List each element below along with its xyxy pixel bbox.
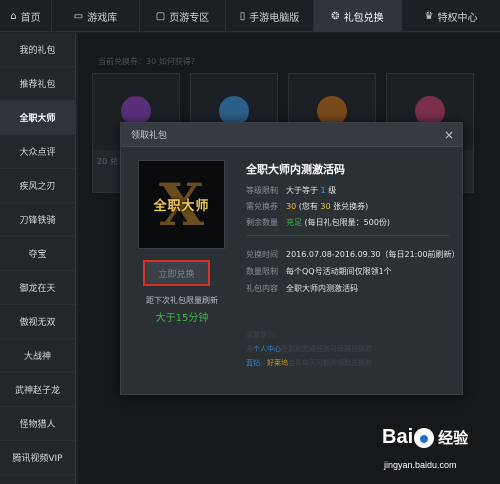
row-label: 数量限制: [246, 267, 278, 276]
gift-title: 全职大师内测激活码: [246, 163, 345, 176]
level-limit-row: 等级限制 大于等于 1 级: [246, 185, 336, 196]
sidebar-item-quanzhi-dashi[interactable]: 全职大师: [0, 101, 75, 135]
nav-tab-game-library[interactable]: ▭ 游戏库: [52, 0, 140, 32]
tips-title: 温馨提示：: [246, 331, 281, 339]
sidebar-item-jifeng-zhiren[interactable]: 疾风之刃: [0, 169, 75, 203]
sidebar-item-yulong-zaitian[interactable]: 御龙在天: [0, 271, 75, 305]
row-value: 充足 (每日礼包限量：500份): [286, 217, 390, 228]
sidebar-item-monster-hunter[interactable]: 怪物猎人: [0, 407, 75, 441]
sidebar: 我的礼包 推荐礼包 全职大师 大众点评 疾风之刃 刀锋铁骑 夺宝 御龙在天 傲视…: [0, 33, 76, 484]
sidebar-item-dazhanshen[interactable]: 大战神: [0, 339, 75, 373]
blue-diamond-link[interactable]: 蓝钻: [246, 359, 260, 367]
level-suffix: 级: [328, 186, 337, 195]
row-label: 等级限制: [246, 186, 278, 195]
tips-text: 去: [246, 345, 253, 353]
divider: [246, 235, 449, 236]
nav-tab-label: 特权中心: [437, 12, 478, 24]
home-icon: ⌂: [10, 10, 17, 22]
cost-owned-suffix: 张兑换券): [333, 202, 369, 211]
sidebar-item-wushen-zhaozilong[interactable]: 武神赵子龙: [0, 373, 75, 407]
claim-now-button[interactable]: 立即兑换: [143, 260, 210, 286]
paw-icon: [414, 427, 435, 448]
level-number: 1: [320, 186, 326, 195]
nav-tab-label: 游戏库: [87, 12, 118, 24]
row-value: 每个QQ号活动期间仅限领1个: [286, 267, 392, 276]
nav-tab-gift-exchange[interactable]: ❂ 礼包兑换: [314, 0, 402, 32]
tips-text: 会员每天可额外领取兑换券: [288, 359, 372, 367]
row-value: 全职大师内测激活码: [286, 284, 358, 293]
row-value: 大于等于 1 级: [286, 185, 336, 196]
browser-icon: ▢: [155, 10, 166, 22]
logo-text: 全职大师: [153, 199, 210, 214]
nav-tab-label: 首页: [20, 12, 41, 24]
tips-text: 签到和完成任务可获得兑换券: [281, 345, 372, 353]
game-logo: X 全职大师: [138, 160, 225, 249]
baidu-jingyan-watermark: Bai 经验 jingyan.baidu.com: [380, 424, 498, 482]
nav-tab-label: 礼包兑换: [343, 12, 384, 24]
claim-gift-dialog: 领取礼包 × X 全职大师 立即兑换 距下次礼包限量刷新 大于15分钟 全职大师…: [120, 122, 463, 395]
cost-owned-prefix: (您有: [298, 202, 318, 211]
refresh-note: 距下次礼包限量刷新: [146, 296, 218, 305]
stock-status: 充足: [286, 218, 302, 227]
nav-tab-web-games[interactable]: ▢ 页游专区: [140, 0, 226, 32]
sidebar-item-daofeng-tieqi[interactable]: 刀锋铁骑: [0, 203, 75, 237]
tips-line: 去个人中心签到和完成任务可获得兑换券: [246, 342, 372, 356]
nav-tab-label: 手游电脑版: [249, 12, 300, 24]
cost-number: 30: [286, 202, 297, 211]
row-label: 需兑换券: [246, 202, 278, 211]
row-label: 剩余数量: [246, 218, 278, 227]
owned-number: 30: [320, 202, 331, 211]
stock-limit: (每日礼包限量：500份): [304, 218, 391, 227]
gift-card-label: 20 兑: [97, 157, 118, 166]
nav-tab-home[interactable]: ⌂ 首页: [0, 0, 52, 32]
sidebar-item-dazhong-dianping[interactable]: 大众点评: [0, 135, 75, 169]
nav-tab-privilege-center[interactable]: ♛ 特权中心: [402, 0, 500, 32]
sidebar-item-my-gifts[interactable]: 我的礼包: [0, 33, 75, 67]
top-navigation: ⌂ 首页 ▭ 游戏库 ▢ 页游专区 ▯ 手游电脑版 ❂ 礼包兑换 ♛ 特权中心: [0, 0, 500, 32]
gift-icon: ❂: [331, 10, 340, 22]
sidebar-item-aoshi-wushuang[interactable]: 傲视无双: [0, 305, 75, 339]
sidebar-item-tencent-video-vip[interactable]: 腾讯视频VIP: [0, 441, 75, 475]
refresh-countdown: 大于15分钟: [155, 313, 209, 324]
watermark-url: jingyan.baidu.com: [384, 460, 457, 470]
voucher-info: 当前兑换券：30 如何获得？: [98, 57, 199, 66]
cost-row: 需兑换券 30 (您有 30 张兑换券): [246, 201, 368, 212]
tips: 温馨提示： 去个人中心签到和完成任务可获得兑换券 蓝钻、好莱坞会员每天可额外领取…: [246, 328, 372, 370]
quantity-limit-row: 数量限制 每个QQ号活动期间仅限领1个: [246, 266, 392, 277]
logo-text: 经验: [438, 430, 469, 447]
phone-icon: ▯: [239, 10, 246, 22]
sidebar-item-duobao[interactable]: 夺宝: [0, 237, 75, 271]
baidu-logo: Bai 经验: [382, 426, 468, 449]
level-prefix: 大于等于: [286, 186, 318, 195]
tips-line: 蓝钻、好莱坞会员每天可额外领取兑换券: [246, 359, 372, 367]
stock-row: 剩余数量 充足 (每日礼包限量：500份): [246, 217, 390, 228]
row-value: 2016.07.08-2016.09.30（每日21:00前刷新）: [286, 250, 460, 259]
time-row: 兑换时间 2016.07.08-2016.09.30（每日21:00前刷新）: [246, 249, 460, 260]
sidebar-item-recommended[interactable]: 推荐礼包: [0, 67, 75, 101]
close-icon[interactable]: ×: [444, 128, 454, 142]
row-label: 兑换时间: [246, 250, 278, 259]
nav-tab-mobile-pc[interactable]: ▯ 手游电脑版: [226, 0, 314, 32]
row-value: 30 (您有 30 张兑换券): [286, 201, 368, 212]
logo-text: Bai: [382, 426, 414, 448]
crown-icon: ♛: [424, 10, 434, 22]
dialog-title: 领取礼包: [131, 131, 168, 141]
monitor-icon: ▭: [73, 10, 84, 22]
personal-center-link[interactable]: 个人中心: [253, 345, 281, 353]
dialog-header: 领取礼包 ×: [121, 123, 462, 147]
nav-tab-label: 页游专区: [169, 12, 210, 24]
row-label: 礼包内容: [246, 284, 278, 293]
content-row: 礼包内容 全职大师内测激活码: [246, 283, 358, 294]
hollywood-link[interactable]: 好莱坞: [267, 359, 288, 367]
